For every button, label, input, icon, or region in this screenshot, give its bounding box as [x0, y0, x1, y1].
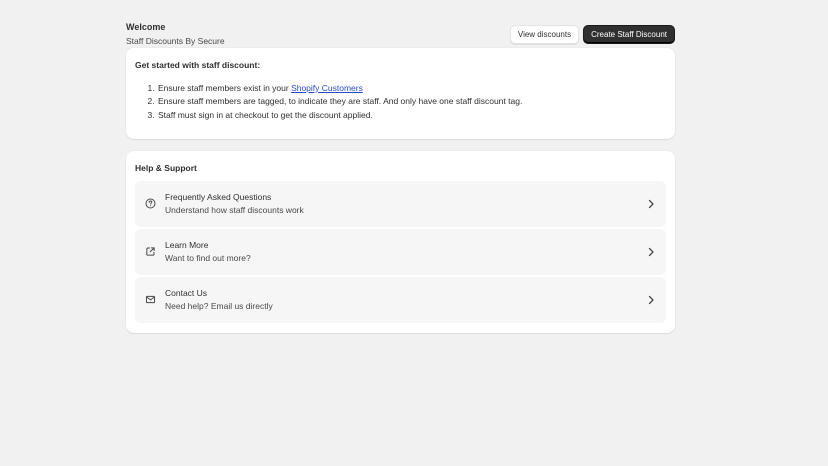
help-support-heading: Help & Support: [135, 163, 197, 173]
external-link-icon: [146, 247, 155, 256]
chevron-right-icon: [648, 247, 654, 257]
faq-item[interactable]: Frequently Asked Questions Understand ho…: [135, 181, 666, 227]
shopify-customers-link[interactable]: Shopify Customers: [291, 83, 363, 93]
contact-us-text: Contact Us Need help? Email us directly: [165, 288, 273, 312]
chevron-right-icon: [648, 199, 654, 209]
contact-us-description: Need help? Email us directly: [165, 301, 273, 311]
chevron-right-icon: [648, 295, 654, 305]
view-discounts-button[interactable]: View discounts: [509, 25, 580, 44]
learn-more-text: Learn More Want to find out more?: [165, 240, 251, 264]
faq-description: Understand how staff discounts work: [165, 205, 304, 215]
steps-list: Ensure staff members exist in your Shopi…: [135, 82, 666, 122]
question-circle-icon: [145, 198, 156, 209]
create-staff-discount-button[interactable]: Create Staff Discount: [583, 25, 675, 44]
contact-us-item[interactable]: Contact Us Need help? Email us directly: [135, 277, 666, 323]
help-support-card: Help & Support Frequently Asked Question…: [126, 151, 675, 333]
page-title: Welcome: [126, 22, 166, 32]
learn-more-title: Learn More: [165, 240, 209, 250]
getting-started-card: Get started with staff discount: Ensure …: [126, 48, 675, 139]
step-text: Staff must sign in at checkout to get th…: [158, 109, 373, 120]
contact-us-title: Contact Us: [165, 288, 208, 298]
step-item: Ensure staff members are tagged, to indi…: [157, 95, 666, 108]
title-block: Welcome Staff Discounts By Secure: [126, 22, 225, 47]
step-text: Ensure staff members exist in your: [158, 83, 292, 93]
help-list: Frequently Asked Questions Understand ho…: [135, 181, 666, 323]
page-subtitle: Staff Discounts By Secure: [126, 36, 225, 46]
getting-started-heading: Get started with staff discount:: [135, 60, 261, 70]
email-icon: [145, 295, 156, 304]
header-actions: View discounts Create Staff Discount: [509, 25, 675, 44]
step-item: Ensure staff members exist in your Shopi…: [157, 82, 666, 95]
page-header: Welcome Staff Discounts By Secure View d…: [126, 20, 675, 48]
step-item: Staff must sign in at checkout to get th…: [157, 109, 666, 122]
faq-title: Frequently Asked Questions: [165, 192, 272, 202]
learn-more-item[interactable]: Learn More Want to find out more?: [135, 229, 666, 275]
faq-text: Frequently Asked Questions Understand ho…: [165, 192, 304, 216]
learn-more-description: Want to find out more?: [165, 253, 251, 263]
step-text: Ensure staff members are tagged, to indi…: [158, 96, 523, 107]
app-page: Welcome Staff Discounts By Secure View d…: [126, 20, 675, 333]
